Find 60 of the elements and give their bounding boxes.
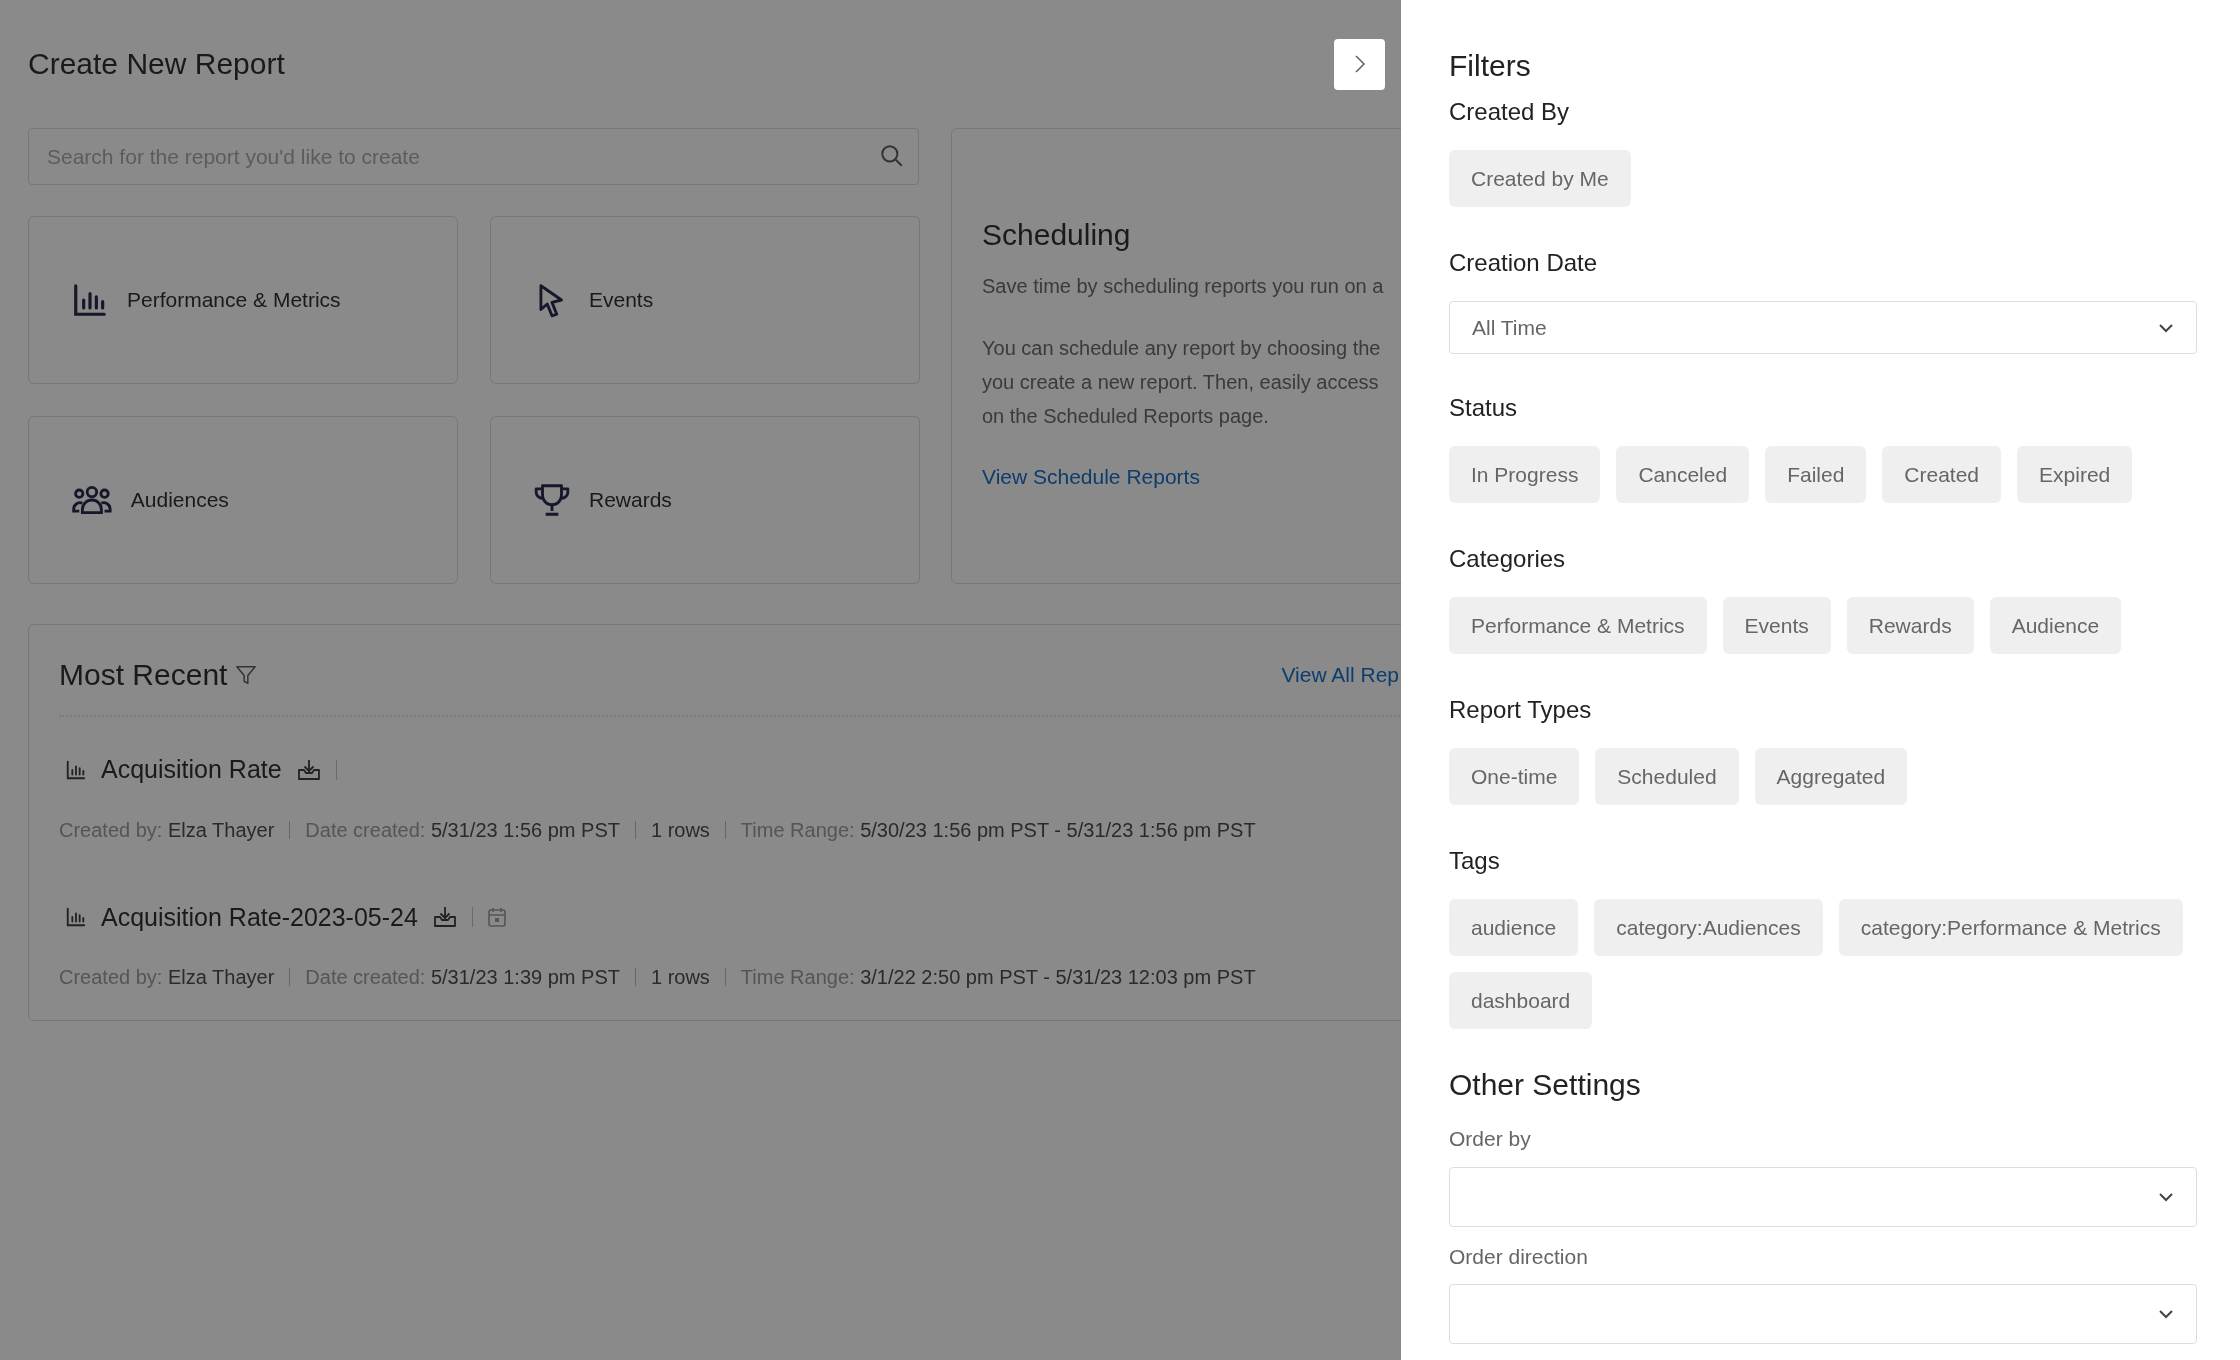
field-label: Order by: [1449, 1126, 1532, 1152]
chevron-right-icon: [1352, 53, 1367, 75]
dropdown[interactable]: All Time: [1449, 301, 2197, 354]
filter-chip[interactable]: One-time: [1449, 748, 1580, 805]
filter-chip[interactable]: Performance & Metrics: [1449, 597, 1707, 654]
field-label: Order direction: [1449, 1243, 1589, 1270]
filter-chip[interactable]: Failed: [1765, 446, 1867, 503]
filter-label: Categories: [1449, 544, 1567, 574]
filter-chip[interactable]: Created by Me: [1449, 150, 1631, 207]
calendar-icon: [486, 906, 507, 929]
filter-chip[interactable]: Rewards: [1846, 597, 1974, 654]
filter-chip[interactable]: Expired: [2017, 446, 2133, 503]
trophy-icon: [533, 481, 571, 519]
filter-chip[interactable]: Scheduled: [1595, 748, 1739, 805]
filter-icon: [235, 664, 258, 686]
report-meta: 1 rows: [650, 965, 710, 990]
scheduling-intro: Save time by scheduling reports you run on a: [982, 274, 1385, 299]
filter-chip[interactable]: audience: [1449, 899, 1579, 956]
report-category-tile[interactable]: Rewards: [490, 416, 920, 584]
filter-chip[interactable]: Canceled: [1616, 446, 1750, 503]
report-meta: 1 rows: [650, 817, 710, 843]
bar-chart-icon: [65, 906, 87, 929]
chevron-down-icon: [2158, 1309, 2174, 1319]
scheduling-title: Scheduling: [982, 217, 1132, 253]
view-all-link[interactable]: View All Rep: [1281, 659, 1399, 691]
search-icon: [879, 143, 905, 169]
dropdown[interactable]: [1449, 1166, 2197, 1227]
chevron-down-icon: [2158, 1191, 2174, 1202]
collapse-button[interactable]: [1334, 38, 1385, 90]
filter-chip[interactable]: dashboard: [1449, 972, 1593, 1029]
report-title[interactable]: Acquisition Rate-2023-05-24: [101, 898, 418, 936]
bar-chart-icon: [65, 758, 87, 781]
dropdown-value: All Time: [1472, 314, 1547, 341]
chevron-down-icon: [2158, 322, 2174, 333]
filter-label: Creation Date: [1449, 248, 1599, 278]
filter-chip[interactable]: Audience: [1989, 597, 2122, 654]
download-icon: [431, 905, 458, 930]
filter-label: Status: [1449, 393, 1519, 423]
page-title: Create New Report: [28, 46, 285, 82]
section-title: Most Recent: [59, 657, 228, 693]
section-title: Other Settings: [1449, 1067, 1642, 1103]
filter-label: Report Types: [1449, 695, 1593, 725]
filter-chip[interactable]: Aggregated: [1754, 748, 1908, 805]
scheduling-description: You can schedule any report by choosing the you create a new report. Then, easily access on the Scheduled Reports page.: [982, 336, 1382, 429]
bar-chart-icon: [71, 281, 109, 319]
report-category-tile[interactable]: Audiences: [28, 416, 458, 584]
filter-chip[interactable]: In Progress: [1449, 446, 1601, 503]
filter-chip[interactable]: category:Audiences: [1594, 899, 1823, 956]
report-category-tile[interactable]: Events: [490, 216, 920, 384]
view-schedule-link[interactable]: View Schedule Reports: [982, 465, 1200, 488]
filter-chip[interactable]: category:Performance & Metrics: [1838, 899, 2183, 956]
filter-chip[interactable]: Events: [1722, 597, 1831, 654]
download-icon: [295, 757, 322, 782]
report-title[interactable]: Acquisition Rate: [101, 751, 282, 789]
filter-chip[interactable]: Created: [1882, 446, 2002, 503]
dropdown[interactable]: [1449, 1284, 2197, 1344]
filter-label: Created By: [1449, 97, 1571, 127]
filter-label: Tags: [1449, 846, 1501, 876]
panel-title: Filters: [1449, 48, 1532, 84]
report-category-tile[interactable]: Performance & Metrics: [28, 216, 458, 384]
